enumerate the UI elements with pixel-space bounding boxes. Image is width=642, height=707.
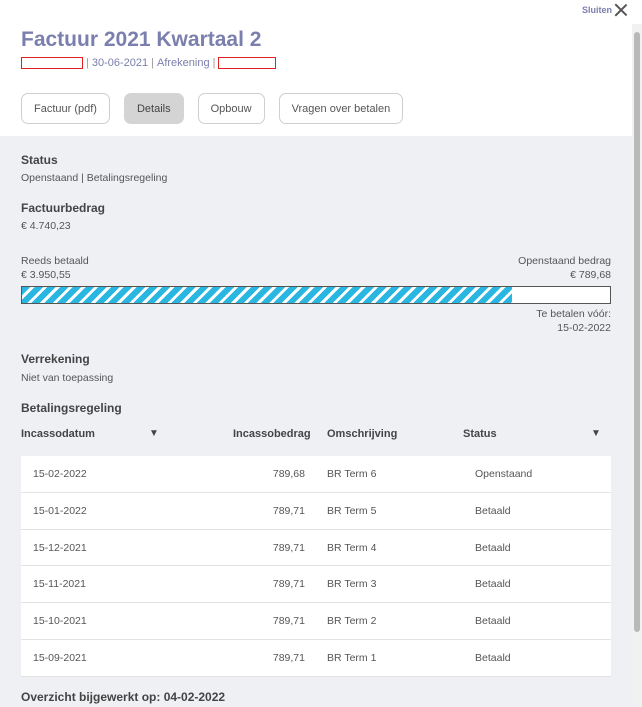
tab-payment-questions[interactable]: Vragen over betalen: [278, 93, 404, 124]
column-header-date[interactable]: Incassodatum: [21, 428, 95, 440]
invoice-header: Sluiten Factuur 2021 Kwartaal 2 | 30-06-…: [0, 0, 632, 136]
sort-down-icon[interactable]: ▼: [591, 428, 601, 439]
cell-date: 15-11-2021: [33, 578, 86, 591]
table-header: Incassodatum ▼ Incassobedrag Omschrijvin…: [21, 426, 611, 442]
tab-bar: Factuur (pdf) Details Opbouw Vragen over…: [21, 93, 404, 124]
close-button[interactable]: Sluiten: [582, 3, 628, 17]
invoice-amount-title: Factuurbedrag: [21, 201, 106, 215]
table-row: 15-11-2021 789,71 BR Term 3 Betaald: [21, 566, 611, 604]
payment-progress-fill: [22, 287, 513, 303]
redacted-field: [21, 57, 83, 69]
column-header-description: Omschrijving: [327, 428, 398, 440]
page-title: Factuur 2021 Kwartaal 2: [21, 28, 262, 51]
sort-down-icon[interactable]: ▼: [149, 428, 159, 439]
tab-invoice-pdf[interactable]: Factuur (pdf): [21, 93, 110, 124]
payment-progress-bar: [21, 286, 611, 304]
meta-separator: |: [151, 57, 154, 69]
invoice-type: Afrekening: [157, 57, 210, 69]
cell-amount: 789,71: [272, 651, 305, 664]
due-label: Te betalen vóór:: [536, 308, 611, 320]
cell-date: 15-09-2021: [33, 651, 87, 664]
cell-status: Openstaand: [475, 468, 533, 480]
due-date: 15-02-2022: [557, 322, 611, 334]
cell-amount: 789,71: [272, 504, 305, 517]
invoice-amount-value: € 4.740,23: [21, 220, 71, 232]
settlement-title: Verrekening: [21, 352, 90, 366]
table-row: 15-10-2021 789,71 BR Term 2 Betaald: [21, 603, 611, 640]
cell-description: BR Term 1: [327, 651, 377, 664]
cell-description: BR Term 6: [327, 468, 377, 480]
table-body: 15-02-2022 789,68 BR Term 6 Openstaand 1…: [21, 456, 611, 677]
cell-status: Betaald: [475, 615, 511, 628]
open-amount-value: € 789,68: [570, 269, 611, 281]
arrangement-title: Betalingsregeling: [21, 401, 122, 415]
cell-status: Betaald: [475, 578, 511, 591]
redacted-field: [218, 57, 277, 69]
cell-description: BR Term 4: [327, 541, 377, 554]
paid-value: € 3.950,55: [21, 269, 71, 281]
meta-separator: |: [86, 57, 89, 69]
cell-date: 15-10-2021: [33, 615, 87, 628]
tab-details[interactable]: Details: [123, 93, 184, 124]
cell-amount: 789,71: [272, 615, 305, 628]
cell-date: 15-02-2022: [33, 468, 87, 480]
invoice-date: 30-06-2021: [91, 57, 149, 69]
last-updated: Overzicht bijgewerkt op: 04-02-2022: [21, 690, 226, 704]
settlement-value: Niet van toepassing: [21, 372, 114, 384]
table-row: 15-01-2022 789,71 BR Term 5 Betaald: [21, 492, 611, 530]
status-title: Status: [21, 153, 58, 167]
cell-amount: 789,71: [272, 578, 305, 591]
table-row: 15-12-2021 789,71 BR Term 4 Betaald: [21, 529, 611, 567]
invoice-meta: | 30-06-2021 | Afrekening |: [21, 57, 277, 69]
scrollbar-thumb[interactable]: [634, 32, 640, 632]
cell-amount: 789,71: [272, 541, 305, 554]
close-label[interactable]: Sluiten: [582, 5, 612, 15]
paid-label: Reeds betaald: [21, 255, 89, 267]
cell-status: Betaald: [475, 651, 511, 664]
column-header-amount: Incassobedrag: [233, 428, 311, 440]
cell-date: 15-12-2021: [33, 541, 87, 554]
cell-date: 15-01-2022: [33, 504, 87, 517]
table-row: 15-02-2022 789,68 BR Term 6 Openstaand: [21, 456, 611, 493]
status-value: Openstaand | Betalingsregeling: [21, 172, 168, 184]
close-icon[interactable]: [614, 3, 628, 17]
details-panel: Status Openstaand | Betalingsregeling Fa…: [0, 136, 632, 707]
tab-build-up[interactable]: Opbouw: [197, 93, 265, 124]
table-row: 15-09-2021 789,71 BR Term 1 Betaald: [21, 639, 611, 677]
cell-status: Betaald: [475, 504, 511, 517]
cell-description: BR Term 5: [327, 504, 377, 517]
column-header-status[interactable]: Status: [463, 428, 497, 440]
meta-separator: |: [212, 57, 216, 69]
cell-description: BR Term 2: [327, 615, 377, 628]
cell-status: Betaald: [475, 541, 511, 554]
scrollbar[interactable]: [632, 24, 642, 707]
cell-amount: 789,68: [272, 468, 305, 480]
open-amount-label: Openstaand bedrag: [518, 255, 611, 267]
cell-description: BR Term 3: [327, 578, 377, 591]
